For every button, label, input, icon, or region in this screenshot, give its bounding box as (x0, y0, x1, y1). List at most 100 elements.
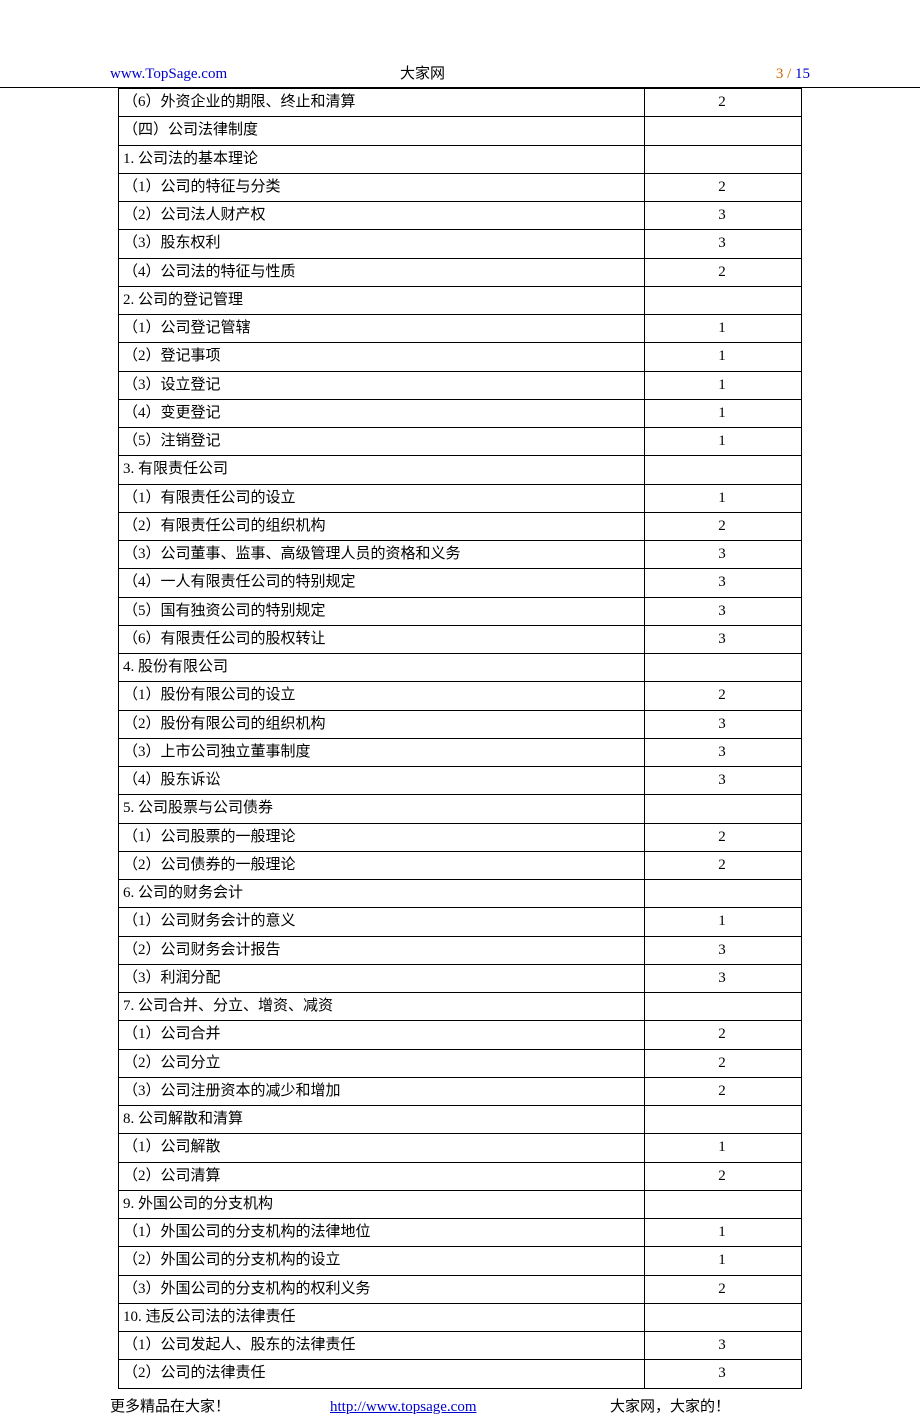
table-row: （2）股份有限公司的组织机构3 (119, 710, 802, 738)
value-cell: 3 (644, 710, 801, 738)
value-cell: 2 (644, 1049, 801, 1077)
value-cell: 3 (644, 936, 801, 964)
table-row: （1）公司财务会计的意义1 (119, 908, 802, 936)
value-cell: 2 (644, 682, 801, 710)
value-cell (644, 993, 801, 1021)
topic-cell: （1）公司的特征与分类 (119, 173, 645, 201)
topic-cell: （2）有限责任公司的组织机构 (119, 512, 645, 540)
value-cell: 2 (644, 173, 801, 201)
table-row: （1）外国公司的分支机构的法律地位1 (119, 1219, 802, 1247)
table-row: （2）公司清算2 (119, 1162, 802, 1190)
header-site-name: 大家网 (360, 62, 776, 83)
topic-cell: 9. 外国公司的分支机构 (119, 1190, 645, 1218)
value-cell: 2 (644, 258, 801, 286)
topic-cell: （1）股份有限公司的设立 (119, 682, 645, 710)
value-cell: 1 (644, 1134, 801, 1162)
value-cell: 1 (644, 484, 801, 512)
topic-cell: （2）股份有限公司的组织机构 (119, 710, 645, 738)
table-row: （1）公司的特征与分类2 (119, 173, 802, 201)
table-row: （1）有限责任公司的设立1 (119, 484, 802, 512)
topic-cell: （2）登记事项 (119, 343, 645, 371)
value-cell: 3 (644, 1332, 801, 1360)
topic-cell: （1）公司发起人、股东的法律责任 (119, 1332, 645, 1360)
table-row: （1）公司股票的一般理论2 (119, 823, 802, 851)
table-row: 7. 公司合并、分立、增资、减资 (119, 993, 802, 1021)
value-cell (644, 145, 801, 173)
topic-cell: 5. 公司股票与公司债券 (119, 795, 645, 823)
topic-cell: 7. 公司合并、分立、增资、减资 (119, 993, 645, 1021)
topic-cell: （3）股东权利 (119, 230, 645, 258)
value-cell: 3 (644, 738, 801, 766)
value-cell: 2 (644, 1162, 801, 1190)
value-cell (644, 1303, 801, 1331)
topic-cell: （6）有限责任公司的股权转让 (119, 625, 645, 653)
value-cell: 1 (644, 343, 801, 371)
value-cell (644, 117, 801, 145)
topic-cell: （5）注销登记 (119, 428, 645, 456)
header-url[interactable]: www.TopSage.com (110, 66, 360, 83)
table-row: （2）有限责任公司的组织机构2 (119, 512, 802, 540)
table-row: （6）有限责任公司的股权转让3 (119, 625, 802, 653)
value-cell: 3 (644, 569, 801, 597)
topic-cell: （1）公司股票的一般理论 (119, 823, 645, 851)
value-cell: 2 (644, 1077, 801, 1105)
footer-left: 更多精品在大家！ (110, 1395, 310, 1416)
topic-cell: 3. 有限责任公司 (119, 456, 645, 484)
value-cell: 2 (644, 512, 801, 540)
table-row: （2）公司法人财产权3 (119, 202, 802, 230)
table-row: （5）国有独资公司的特别规定3 (119, 597, 802, 625)
value-cell: 1 (644, 1247, 801, 1275)
table-row: 2. 公司的登记管理 (119, 286, 802, 314)
table-row: 3. 有限责任公司 (119, 456, 802, 484)
table-row: 6. 公司的财务会计 (119, 880, 802, 908)
table-row: （3）上市公司独立董事制度3 (119, 738, 802, 766)
topic-cell: （2）公司债券的一般理论 (119, 851, 645, 879)
page-number: 3 / 15 (776, 66, 810, 83)
page-header: www.TopSage.com 大家网 3 / 15 (0, 62, 920, 88)
value-cell: 2 (644, 823, 801, 851)
topic-cell: 4. 股份有限公司 (119, 654, 645, 682)
table-row: （3）利润分配3 (119, 964, 802, 992)
table-row: （4）公司法的特征与性质2 (119, 258, 802, 286)
topic-cell: （3）设立登记 (119, 371, 645, 399)
table-row: （4）股东诉讼3 (119, 767, 802, 795)
table-row: （1）股份有限公司的设立2 (119, 682, 802, 710)
topic-cell: 8. 公司解散和清算 (119, 1106, 645, 1134)
value-cell (644, 1106, 801, 1134)
table-row: （2）登记事项1 (119, 343, 802, 371)
topic-cell: （2）公司法人财产权 (119, 202, 645, 230)
topic-cell: （2）公司财务会计报告 (119, 936, 645, 964)
content-table-wrap: （6）外资企业的期限、终止和清算2（四）公司法律制度1. 公司法的基本理论（1）… (118, 88, 802, 1389)
table-row: 4. 股份有限公司 (119, 654, 802, 682)
table-row: （2）公司分立2 (119, 1049, 802, 1077)
value-cell (644, 880, 801, 908)
table-row: （1）公司发起人、股东的法律责任3 (119, 1332, 802, 1360)
table-row: （3）公司董事、监事、高级管理人员的资格和义务3 (119, 541, 802, 569)
topic-cell: （1）有限责任公司的设立 (119, 484, 645, 512)
topic-cell: （2）外国公司的分支机构的设立 (119, 1247, 645, 1275)
table-row: 8. 公司解散和清算 (119, 1106, 802, 1134)
table-row: （2）公司债券的一般理论2 (119, 851, 802, 879)
value-cell: 1 (644, 428, 801, 456)
value-cell: 2 (644, 89, 801, 117)
topic-cell: 2. 公司的登记管理 (119, 286, 645, 314)
value-cell (644, 1190, 801, 1218)
value-cell (644, 795, 801, 823)
footer-link[interactable]: http://www.topsage.com (310, 1399, 610, 1416)
topic-cell: （6）外资企业的期限、终止和清算 (119, 89, 645, 117)
topic-cell: （1）公司财务会计的意义 (119, 908, 645, 936)
topic-cell: （3）上市公司独立董事制度 (119, 738, 645, 766)
value-cell: 1 (644, 371, 801, 399)
table-row: （3）设立登记1 (119, 371, 802, 399)
value-cell: 3 (644, 964, 801, 992)
value-cell: 1 (644, 315, 801, 343)
table-row: （4）一人有限责任公司的特别规定3 (119, 569, 802, 597)
value-cell: 3 (644, 202, 801, 230)
value-cell (644, 456, 801, 484)
table-row: （4）变更登记1 (119, 399, 802, 427)
table-row: （四）公司法律制度 (119, 117, 802, 145)
topic-cell: 6. 公司的财务会计 (119, 880, 645, 908)
table-row: （1）公司登记管辖1 (119, 315, 802, 343)
table-row: （3）公司注册资本的减少和增加2 (119, 1077, 802, 1105)
topic-cell: （1）公司合并 (119, 1021, 645, 1049)
